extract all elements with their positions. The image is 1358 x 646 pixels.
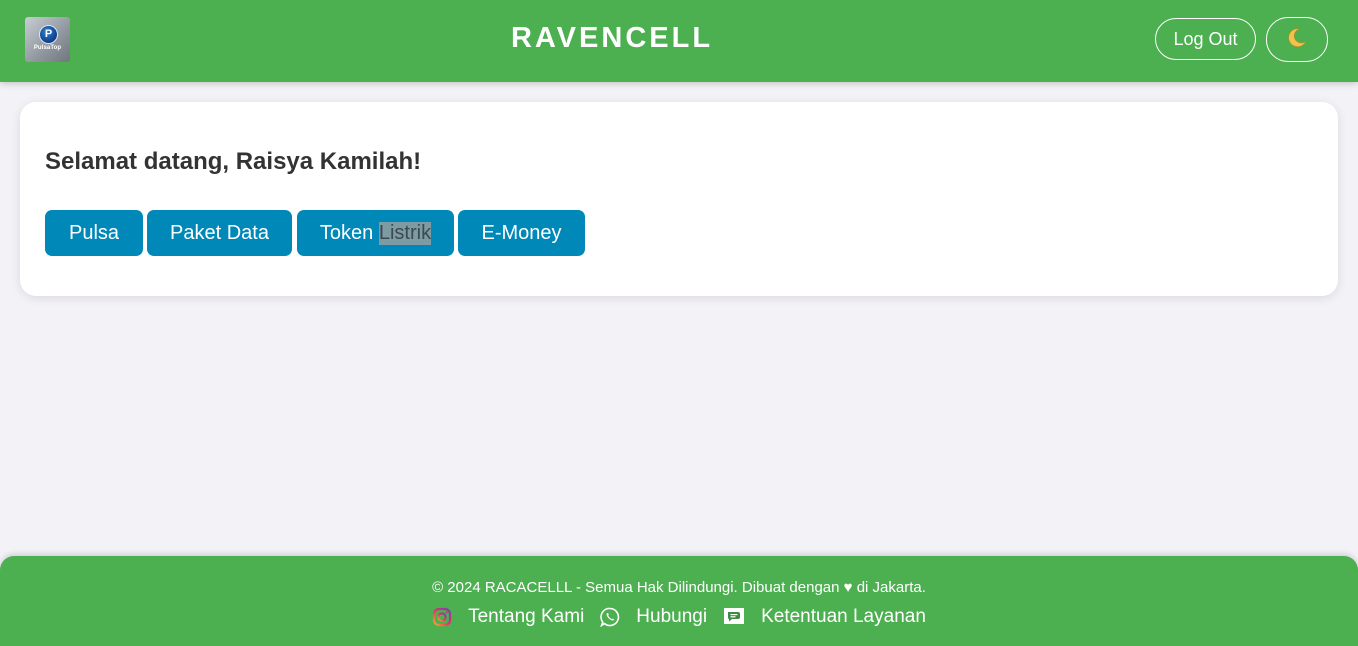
pulsa-button[interactable]: Pulsa	[45, 210, 143, 256]
paket-data-button[interactable]: Paket Data	[147, 210, 292, 256]
logout-button[interactable]: Log Out	[1155, 18, 1256, 60]
e-money-button[interactable]: E-Money	[458, 210, 585, 256]
theme-toggle-button[interactable]	[1266, 17, 1328, 62]
whatsapp-icon	[600, 607, 620, 627]
hubungi-label: Hubungi	[636, 606, 708, 627]
instagram-icon	[432, 607, 452, 627]
footer: © 2024 RACACELLL - Semua Hak Dilindungi.…	[0, 556, 1358, 646]
token-listrik-button[interactable]: Token Listrik	[297, 210, 454, 256]
tentang-kami-link[interactable]: Tentang Kami	[432, 606, 584, 628]
listrik-label-selected: Listrik	[378, 221, 432, 245]
welcome-heading: Selamat datang, Raisya Kamilah!	[45, 148, 422, 175]
tentang-kami-label: Tentang Kami	[468, 606, 585, 627]
chat-document-icon	[723, 607, 745, 627]
brand-title: RAVENCELL	[510, 22, 714, 54]
hubungi-link[interactable]: Hubungi	[600, 606, 707, 628]
welcome-card: Selamat datang, Raisya Kamilah! Pulsa Pa…	[20, 102, 1338, 296]
ketentuan-layanan-label: Ketentuan Layanan	[761, 606, 926, 627]
copyright-text: © 2024 RACACELLL - Semua Hak Dilindungi.…	[432, 579, 926, 596]
top-navbar: P PulsaTop RAVENCELL Log Out	[0, 0, 1358, 82]
token-label: Token	[319, 221, 374, 244]
moon-icon	[1286, 27, 1308, 53]
footer-links: Tentang Kami Hubungi Ketentuan Layanan	[0, 606, 1358, 628]
ketentuan-layanan-link[interactable]: Ketentuan Layanan	[723, 606, 926, 628]
